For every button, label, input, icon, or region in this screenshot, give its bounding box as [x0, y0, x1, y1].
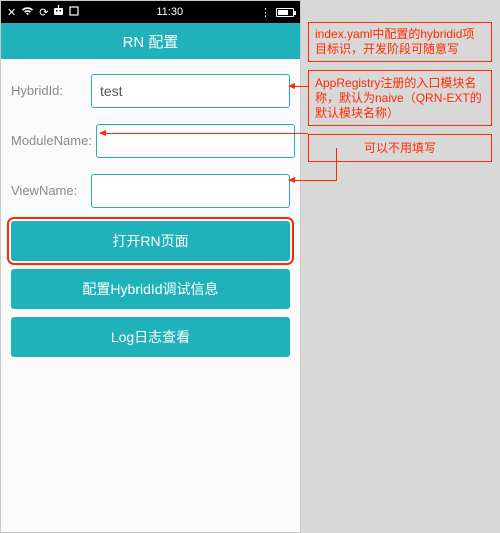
open-rn-page-button[interactable]: 打开RN页面 — [11, 221, 290, 261]
arrow-to-hybridid — [289, 86, 308, 87]
phone-frame: ✕ ⟳ 11:30 ⋮ RN 配置 HybridId: ModuleName: — [0, 0, 301, 533]
annotation-hybridid-text: index.yaml中配置的hybridid项目标识，开发阶段可随意写 — [315, 27, 485, 57]
close-icon: ✕ — [7, 6, 16, 19]
annotation-viewname-text: 可以不用填写 — [364, 141, 436, 156]
input-modulename[interactable] — [96, 124, 295, 158]
status-right: ⋮ — [260, 6, 294, 19]
input-viewname[interactable] — [91, 174, 290, 208]
menu-dots-icon: ⋮ — [260, 6, 271, 19]
row-hybridid: HybridId: — [11, 69, 290, 113]
annotation-hybridid: index.yaml中配置的hybridid项目标识，开发阶段可随意写 — [308, 22, 492, 62]
status-left: ✕ ⟳ — [7, 5, 79, 19]
battery-icon — [276, 8, 294, 17]
arrow-to-viewname — [289, 180, 337, 181]
arrow-to-modulename — [100, 133, 308, 134]
arrow-to-viewname-vert — [336, 148, 337, 180]
wifi-icon — [21, 6, 34, 19]
page-title: RN 配置 — [123, 31, 179, 52]
arrow-joint — [336, 148, 337, 149]
app-header: RN 配置 — [1, 23, 300, 59]
annotation-modulename: AppRegistry注册的入口模块名称，默认为naive（QRN-EXT的默认… — [308, 70, 492, 126]
label-viewname: ViewName: — [11, 184, 91, 198]
config-form: HybridId: ModuleName: ViewName: — [1, 59, 300, 213]
status-bar: ✕ ⟳ 11:30 ⋮ — [1, 1, 300, 23]
square-icon — [69, 6, 79, 19]
config-hybridid-debug-button[interactable]: 配置HybridId调试信息 — [11, 269, 290, 309]
row-modulename: ModuleName: — [11, 119, 290, 163]
status-time: 11:30 — [156, 6, 183, 18]
log-view-button[interactable]: Log日志查看 — [11, 317, 290, 357]
label-modulename: ModuleName: — [11, 134, 96, 148]
sync-icon: ⟳ — [39, 6, 48, 19]
label-hybridid: HybridId: — [11, 84, 91, 98]
robot-icon — [53, 5, 64, 19]
annotation-modulename-text: AppRegistry注册的入口模块名称，默认为naive（QRN-EXT的默认… — [315, 76, 485, 121]
input-hybridid[interactable] — [91, 74, 290, 108]
row-viewname: ViewName: — [11, 169, 290, 213]
